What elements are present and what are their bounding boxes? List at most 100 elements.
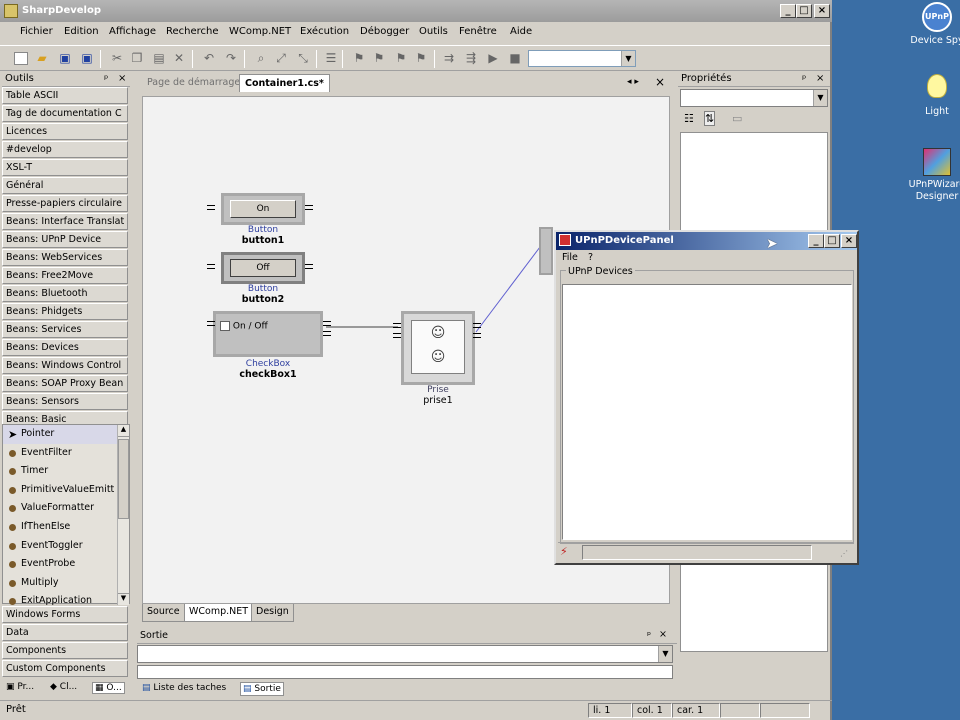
upnp-menu-help[interactable]: ? bbox=[588, 252, 593, 263]
tool-category[interactable]: Tag de documentation C bbox=[2, 105, 128, 122]
output-port[interactable] bbox=[323, 331, 331, 336]
chevron-down-icon[interactable]: ▼ bbox=[813, 90, 827, 106]
chevron-down-icon[interactable]: ▼ bbox=[621, 51, 635, 66]
menu-aide[interactable]: Aide bbox=[510, 26, 532, 37]
stop-icon[interactable]: ■ bbox=[508, 52, 522, 65]
copy-icon[interactable]: ❐ bbox=[130, 52, 144, 65]
menu-outils[interactable]: Outils bbox=[419, 26, 448, 37]
tool-category[interactable]: Beans: Free2Move bbox=[2, 267, 128, 284]
desktop-icon-light[interactable]: Light bbox=[892, 74, 960, 117]
resize-grip-icon[interactable]: ⋰ bbox=[840, 549, 848, 558]
menu-fichier[interactable]: Fichier bbox=[20, 26, 53, 37]
tool-category[interactable]: Presse-papiers circulaire bbox=[2, 195, 128, 212]
menu-execution[interactable]: Exécution bbox=[300, 26, 349, 37]
tool-category[interactable]: Général bbox=[2, 177, 128, 194]
redo-icon[interactable]: ↷ bbox=[224, 52, 238, 65]
bookmark-prev-icon[interactable]: ⚑ bbox=[372, 52, 386, 65]
output-port[interactable] bbox=[305, 205, 313, 210]
save-all-icon[interactable]: ▣ bbox=[80, 52, 94, 65]
tool-item[interactable]: Timer bbox=[3, 462, 129, 481]
tab-output[interactable]: ▤ Sortie bbox=[240, 682, 284, 696]
tool-category[interactable]: XSL-T bbox=[2, 159, 128, 176]
desktop-icon-device-spy[interactable]: UPnP Device Spy bbox=[892, 2, 960, 46]
undo-icon[interactable]: ↶ bbox=[202, 52, 216, 65]
menu-wcomp[interactable]: WComp.NET bbox=[229, 26, 291, 37]
tab-classes[interactable]: ◆ Cl... bbox=[50, 682, 77, 692]
menu-debogger[interactable]: Débogger bbox=[360, 26, 409, 37]
tab-start-page[interactable]: Page de démarrage bbox=[142, 74, 245, 92]
replace-icon[interactable]: ⤢ bbox=[274, 52, 288, 65]
tool-category[interactable]: Beans: Sensors bbox=[2, 393, 128, 410]
pin-icon[interactable]: ᵖ bbox=[647, 630, 651, 641]
save-icon[interactable]: ▣ bbox=[58, 52, 72, 65]
component-checkbox1[interactable]: On / Off CheckBox checkBox1 bbox=[205, 311, 331, 380]
open-folder-icon[interactable]: ▰ bbox=[35, 52, 49, 65]
menu-affichage[interactable]: Affichage bbox=[109, 26, 156, 37]
run-icon[interactable]: ▶ bbox=[486, 52, 500, 65]
tool-category[interactable]: Beans: Bluetooth bbox=[2, 285, 128, 302]
desktop-icon-upnp-wizard[interactable]: UPnPWizard Designer bbox=[892, 148, 960, 203]
build-icon[interactable]: ⇉ bbox=[442, 52, 456, 65]
object-selector[interactable]: ▼ bbox=[680, 89, 828, 107]
tool-category[interactable]: Beans: WebServices bbox=[2, 249, 128, 266]
tab-design[interactable]: Design bbox=[251, 604, 294, 622]
component-button1[interactable]: On Button button1 bbox=[207, 193, 313, 246]
tab-scroll-icon[interactable]: ◂ ▸ bbox=[627, 77, 639, 87]
goto-icon[interactable]: ⤡ bbox=[296, 52, 310, 65]
tool-item[interactable]: IfThenElse bbox=[3, 518, 129, 537]
close-icon[interactable]: × bbox=[118, 72, 126, 86]
tool-category[interactable]: Data bbox=[2, 624, 128, 641]
upnp-minimize-button[interactable]: _ bbox=[808, 234, 824, 248]
component-upnp-partial[interactable] bbox=[539, 227, 553, 275]
scroll-up-icon[interactable]: ▲ bbox=[118, 425, 129, 437]
pin-icon[interactable]: ᵖ bbox=[802, 73, 806, 87]
input-port[interactable] bbox=[393, 333, 401, 338]
minimize-button[interactable]: _ bbox=[780, 4, 796, 18]
delete-icon[interactable]: ✕ bbox=[172, 52, 186, 65]
output-text[interactable] bbox=[137, 665, 673, 679]
upnp-device-panel-window[interactable]: UPnPDevicePanel _ □ × File ? UPnP Device… bbox=[554, 230, 859, 565]
tool-category[interactable]: Custom Components bbox=[2, 660, 128, 677]
alphabetical-icon[interactable]: ⇅ bbox=[704, 111, 716, 126]
menu-recherche[interactable]: Recherche bbox=[166, 26, 219, 37]
scroll-down-icon[interactable]: ▼ bbox=[118, 593, 129, 605]
tool-item[interactable]: EventToggler bbox=[3, 537, 129, 556]
cut-icon[interactable]: ✂ bbox=[110, 52, 124, 65]
tool-item[interactable]: Multiply bbox=[3, 574, 129, 593]
tab-tools[interactable]: ▦ O... bbox=[92, 682, 125, 694]
property-pages-icon[interactable]: ▭ bbox=[732, 112, 742, 125]
output-port[interactable] bbox=[323, 321, 331, 326]
tool-item[interactable]: EventFilter bbox=[3, 444, 129, 463]
tool-list-scrollbar[interactable]: ▲ ▼ bbox=[117, 425, 129, 605]
component-button2[interactable]: Off Button button2 bbox=[207, 252, 313, 305]
upnp-menu-file[interactable]: File bbox=[562, 252, 578, 263]
tool-item-pointer[interactable]: ➤ Pointer bbox=[3, 425, 129, 444]
bookmark-icon[interactable]: ⚑ bbox=[352, 52, 366, 65]
menu-edition[interactable]: Edition bbox=[64, 26, 99, 37]
upnp-maximize-button[interactable]: □ bbox=[824, 234, 840, 248]
component-prise1[interactable]: ☺ ☺ Prise prise1 bbox=[393, 311, 483, 406]
tab-source[interactable]: Source bbox=[142, 604, 185, 622]
bookmark-clear-icon[interactable]: ⚑ bbox=[414, 52, 428, 65]
upnp-devices-tree[interactable] bbox=[562, 284, 852, 540]
tool-category[interactable]: Beans: UPnP Device bbox=[2, 231, 128, 248]
close-icon[interactable]: × bbox=[659, 629, 667, 640]
output-port[interactable] bbox=[305, 264, 313, 269]
format-icon[interactable]: ☰ bbox=[324, 52, 338, 65]
input-port[interactable] bbox=[393, 323, 401, 328]
tab-task-list[interactable]: ▤ Liste des taches bbox=[142, 683, 226, 693]
configuration-combo[interactable]: ▼ bbox=[528, 50, 636, 67]
tool-category[interactable]: Beans: SOAP Proxy Bean bbox=[2, 375, 128, 392]
input-port[interactable] bbox=[207, 321, 215, 326]
pin-icon[interactable]: ᵖ bbox=[104, 73, 108, 87]
find-icon[interactable]: ⌕ bbox=[254, 52, 268, 65]
output-port[interactable] bbox=[473, 323, 481, 328]
output-source-combo[interactable]: ▼ bbox=[137, 645, 673, 663]
tool-item[interactable]: PrimitiveValueEmitt bbox=[3, 481, 129, 500]
tab-projects[interactable]: ▣ Pr... bbox=[6, 682, 34, 692]
tool-item[interactable]: ValueFormatter bbox=[3, 499, 129, 518]
tool-category[interactable]: Components bbox=[2, 642, 128, 659]
tab-container1[interactable]: Container1.cs* bbox=[239, 74, 330, 92]
bookmark-next-icon[interactable]: ⚑ bbox=[394, 52, 408, 65]
output-port[interactable] bbox=[473, 333, 481, 338]
